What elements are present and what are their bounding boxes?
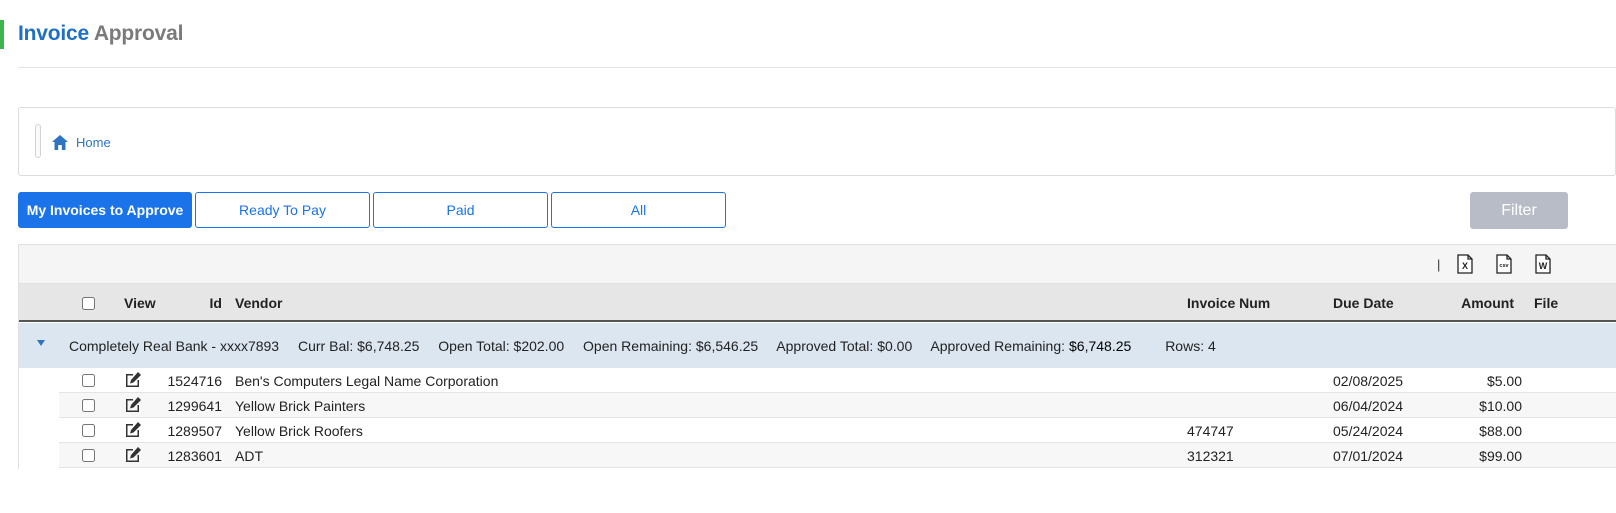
group-open-total: Open Total: $202.00	[438, 338, 565, 354]
page-title: Invoice Approval	[18, 22, 183, 46]
row-id: 1299641	[167, 398, 222, 414]
edit-icon[interactable]	[124, 371, 142, 388]
edit-icon[interactable]	[124, 421, 142, 438]
invoice-grid: | X csv W View Id Vendor Invoice Num Due…	[18, 244, 1616, 469]
row-id: 1289507	[167, 423, 222, 439]
grid-toolbar: | X csv W	[19, 245, 1616, 284]
breadcrumb-toggle-handle[interactable]	[35, 124, 41, 158]
tab-ready-to-pay[interactable]: Ready To Pay	[195, 192, 370, 228]
column-header-amount[interactable]: Amount	[1439, 295, 1514, 311]
tab-my-invoices-to-approve[interactable]: My Invoices to Approve	[18, 192, 192, 228]
word-export-letter: W	[1539, 261, 1548, 271]
row-amount: $10.00	[1479, 398, 1522, 414]
tab-all[interactable]: All	[551, 192, 726, 228]
group-summary: Completely Real Bank - xxxx7893 Curr Bal…	[69, 338, 1231, 354]
filter-button[interactable]: Filter	[1470, 192, 1568, 229]
word-export-icon[interactable]: W	[1535, 254, 1551, 274]
row-amount: $99.00	[1479, 448, 1522, 464]
group-curr-bal: Curr Bal: $6,748.25	[298, 338, 420, 354]
excel-export-letter: X	[1462, 261, 1468, 271]
group-approved-remaining-value: $6,748.25	[1069, 338, 1132, 354]
column-header-id[interactable]: Id	[179, 295, 222, 311]
row-id: 1524716	[167, 373, 222, 389]
table-row: 1283601 ADT 312321 07/01/2024 $99.00	[59, 443, 1616, 468]
column-header-due-date[interactable]: Due Date	[1333, 295, 1394, 311]
csv-export-icon[interactable]: csv	[1496, 254, 1512, 274]
breadcrumb: Home	[18, 107, 1616, 176]
breadcrumb-home-link[interactable]: Home	[76, 135, 111, 150]
home-icon[interactable]	[52, 135, 68, 150]
table-row: 1299641 Yellow Brick Painters 06/04/2024…	[59, 393, 1616, 418]
grid-header-row: View Id Vendor Invoice Num Due Date Amou…	[19, 284, 1616, 322]
table-row: 1524716 Ben's Computers Legal Name Corpo…	[59, 368, 1616, 393]
toolbar-separator: |	[1437, 257, 1441, 272]
column-header-vendor[interactable]: Vendor	[235, 295, 282, 311]
row-checkbox[interactable]	[82, 424, 95, 437]
edit-icon[interactable]	[124, 396, 142, 413]
page-title-part1: Invoice	[18, 22, 89, 45]
row-checkbox[interactable]	[82, 374, 95, 387]
row-due-date: 02/08/2025	[1333, 373, 1404, 389]
row-due-date: 06/04/2024	[1333, 398, 1404, 414]
row-id: 1283601	[167, 448, 222, 464]
group-row-count: Rows: 4	[1165, 338, 1216, 354]
row-vendor: Ben's Computers Legal Name Corporation	[235, 373, 499, 389]
row-amount: $88.00	[1479, 423, 1522, 439]
group-account: Completely Real Bank - xxxx7893	[69, 338, 280, 354]
row-checkbox[interactable]	[82, 449, 95, 462]
group-approved-total: Approved Total: $0.00	[776, 338, 913, 354]
group-open-remaining: Open Remaining: $6,546.25	[583, 338, 759, 354]
column-header-view[interactable]: View	[124, 295, 156, 311]
column-header-file[interactable]: File	[1534, 295, 1558, 311]
column-header-invoice-num[interactable]: Invoice Num	[1187, 295, 1270, 311]
row-vendor: Yellow Brick Painters	[235, 398, 366, 414]
select-all-checkbox[interactable]	[82, 297, 95, 310]
row-amount: $5.00	[1486, 373, 1522, 389]
row-invoice-num: 312321	[1187, 448, 1234, 464]
tab-paid[interactable]: Paid	[373, 192, 548, 228]
row-due-date: 05/24/2024	[1333, 423, 1404, 439]
row-due-date: 07/01/2024	[1333, 448, 1404, 464]
title-accent-bar	[0, 20, 4, 49]
title-divider	[18, 67, 1616, 68]
row-vendor: Yellow Brick Roofers	[235, 423, 363, 439]
row-checkbox[interactable]	[82, 399, 95, 412]
excel-export-icon[interactable]: X	[1457, 254, 1473, 274]
page-title-part2: Approval	[93, 22, 184, 45]
group-approved-remaining-label: Approved Remaining:	[930, 338, 1065, 354]
group-collapse-caret-icon[interactable]	[37, 340, 45, 346]
group-row: Completely Real Bank - xxxx7893 Curr Bal…	[19, 323, 1616, 368]
edit-icon[interactable]	[124, 446, 142, 463]
table-row: 1289507 Yellow Brick Roofers 474747 05/2…	[59, 418, 1616, 443]
row-vendor: ADT	[235, 448, 263, 464]
csv-export-letters: csv	[1499, 263, 1509, 269]
row-invoice-num: 474747	[1187, 423, 1234, 439]
